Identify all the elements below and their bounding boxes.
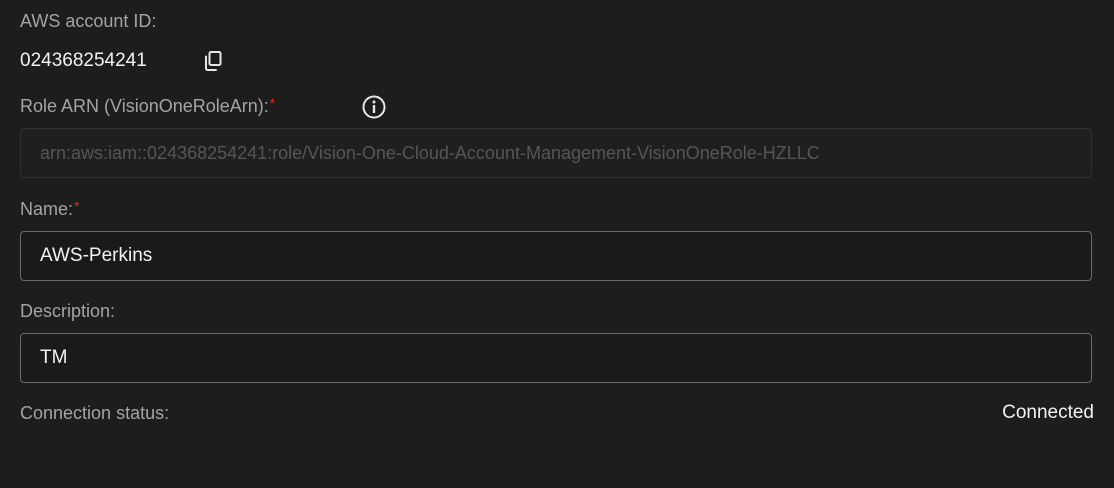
role-arn-field <box>20 128 1092 178</box>
connection-status-value: Connected <box>1002 402 1094 423</box>
name-input[interactable] <box>20 231 1092 281</box>
description-input[interactable] <box>20 333 1092 383</box>
name-label: Name:* <box>20 198 80 220</box>
info-icon[interactable] <box>362 95 386 119</box>
name-label-text: Name: <box>20 199 74 219</box>
account-id-value: 024368254241 <box>20 50 147 71</box>
required-mark: * <box>269 95 276 111</box>
required-mark: * <box>74 198 80 214</box>
role-arn-label-text: Role ARN (VisionOneRoleArn): <box>20 96 269 116</box>
role-arn-label: Role ARN (VisionOneRoleArn):* <box>20 95 276 117</box>
copy-icon[interactable] <box>201 49 225 73</box>
description-label: Description: <box>20 301 116 321</box>
account-id-label: AWS account ID: <box>20 11 157 31</box>
connection-status-label: Connection status: <box>20 403 170 423</box>
